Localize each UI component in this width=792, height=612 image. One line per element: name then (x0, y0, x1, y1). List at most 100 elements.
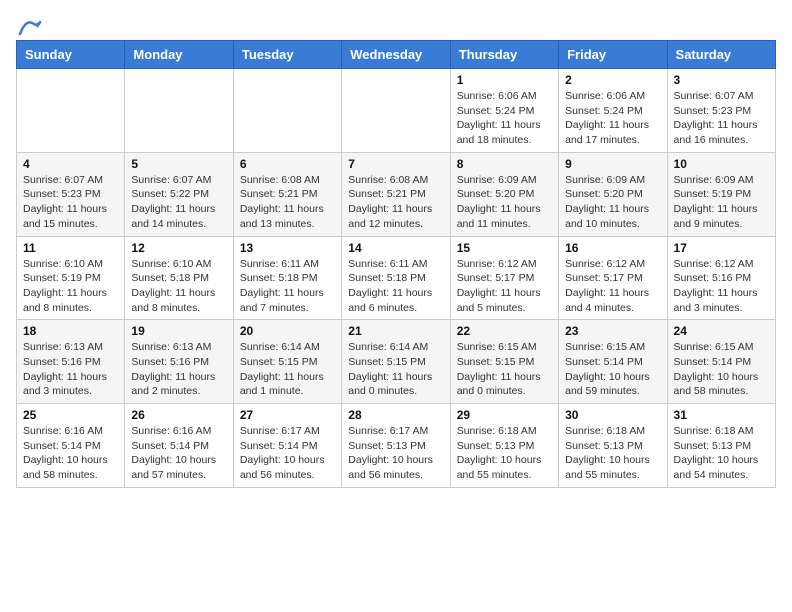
day-info: Sunrise: 6:12 AMSunset: 5:17 PMDaylight:… (457, 257, 552, 316)
weekday-header-wednesday: Wednesday (342, 41, 450, 69)
header-area (16, 16, 776, 32)
day-cell: 12 Sunrise: 6:10 AMSunset: 5:18 PMDayligh… (125, 236, 233, 320)
day-info: Sunrise: 6:18 AMSunset: 5:13 PMDaylight:… (674, 424, 769, 483)
day-info: Sunrise: 6:10 AMSunset: 5:18 PMDaylight:… (131, 257, 226, 316)
day-number: 20 (240, 324, 335, 338)
day-number: 16 (565, 241, 660, 255)
day-number: 17 (674, 241, 769, 255)
day-number: 31 (674, 408, 769, 422)
day-info: Sunrise: 6:16 AMSunset: 5:14 PMDaylight:… (131, 424, 226, 483)
day-cell: 22Sunrise: 6:15 AMSunset: 5:15 PMDayligh… (450, 320, 558, 404)
day-cell: 23 Sunrise: 6:15 AMSunset: 5:14 PMDayligh… (559, 320, 667, 404)
day-cell: 24Sunrise: 6:15 AMSunset: 5:14 PMDayligh… (667, 320, 775, 404)
day-cell: 18 Sunrise: 6:13 AMSunset: 5:16 PMDayligh… (17, 320, 125, 404)
week-row-3: 11 Sunrise: 6:10 AMSunset: 5:19 PMDayligh… (17, 236, 776, 320)
day-number: 6 (240, 157, 335, 171)
day-info: Sunrise: 6:17 AMSunset: 5:14 PMDaylight:… (240, 424, 335, 483)
day-number: 15 (457, 241, 552, 255)
day-number: 1 (457, 73, 552, 87)
weekday-header-thursday: Thursday (450, 41, 558, 69)
weekday-header-friday: Friday (559, 41, 667, 69)
day-info: Sunrise: 6:11 AMSunset: 5:18 PMDaylight:… (240, 257, 335, 316)
day-cell: 31 Sunrise: 6:18 AMSunset: 5:13 PMDayligh… (667, 404, 775, 488)
week-row-4: 18 Sunrise: 6:13 AMSunset: 5:16 PMDayligh… (17, 320, 776, 404)
day-number: 8 (457, 157, 552, 171)
day-cell: 8 Sunrise: 6:09 AMSunset: 5:20 PMDaylight… (450, 152, 558, 236)
day-cell: 15 Sunrise: 6:12 AMSunset: 5:17 PMDayligh… (450, 236, 558, 320)
day-info: Sunrise: 6:09 AMSunset: 5:20 PMDaylight:… (457, 173, 552, 232)
day-number: 19 (131, 324, 226, 338)
day-cell: 30 Sunrise: 6:18 AMSunset: 5:13 PMDayligh… (559, 404, 667, 488)
day-cell: 26 Sunrise: 6:16 AMSunset: 5:14 PMDayligh… (125, 404, 233, 488)
logo (16, 16, 42, 32)
day-info: Sunrise: 6:07 AMSunset: 5:22 PMDaylight:… (131, 173, 226, 232)
day-cell: 10 Sunrise: 6:09 AMSunset: 5:19 PMDayligh… (667, 152, 775, 236)
day-cell: 17Sunrise: 6:12 AMSunset: 5:16 PMDayligh… (667, 236, 775, 320)
weekday-header-saturday: Saturday (667, 41, 775, 69)
day-number: 23 (565, 324, 660, 338)
day-number: 27 (240, 408, 335, 422)
day-number: 13 (240, 241, 335, 255)
day-info: Sunrise: 6:15 AMSunset: 5:14 PMDaylight:… (565, 340, 660, 399)
day-cell: 28 Sunrise: 6:17 AMSunset: 5:13 PMDayligh… (342, 404, 450, 488)
day-info: Sunrise: 6:17 AMSunset: 5:13 PMDaylight:… (348, 424, 443, 483)
day-info: Sunrise: 6:15 AMSunset: 5:15 PMDaylight:… (457, 340, 552, 399)
day-number: 25 (23, 408, 118, 422)
day-cell: 3 Sunrise: 6:07 AMSunset: 5:23 PMDaylight… (667, 69, 775, 153)
day-cell (342, 69, 450, 153)
day-cell (233, 69, 341, 153)
weekday-header-sunday: Sunday (17, 41, 125, 69)
day-info: Sunrise: 6:07 AMSunset: 5:23 PMDaylight:… (23, 173, 118, 232)
day-cell: 19 Sunrise: 6:13 AMSunset: 5:16 PMDayligh… (125, 320, 233, 404)
day-info: Sunrise: 6:13 AMSunset: 5:16 PMDaylight:… (131, 340, 226, 399)
day-number: 3 (674, 73, 769, 87)
day-number: 11 (23, 241, 118, 255)
day-cell: 6 Sunrise: 6:08 AMSunset: 5:21 PMDaylight… (233, 152, 341, 236)
day-cell: 9 Sunrise: 6:09 AMSunset: 5:20 PMDaylight… (559, 152, 667, 236)
day-number: 26 (131, 408, 226, 422)
day-cell (125, 69, 233, 153)
day-cell: 4 Sunrise: 6:07 AMSunset: 5:23 PMDaylight… (17, 152, 125, 236)
weekday-header-row: SundayMondayTuesdayWednesdayThursdayFrid… (17, 41, 776, 69)
week-row-1: 1 Sunrise: 6:06 AMSunset: 5:24 PMDaylight… (17, 69, 776, 153)
day-cell: 27 Sunrise: 6:17 AMSunset: 5:14 PMDayligh… (233, 404, 341, 488)
day-number: 12 (131, 241, 226, 255)
calendar: SundayMondayTuesdayWednesdayThursdayFrid… (16, 40, 776, 488)
day-number: 18 (23, 324, 118, 338)
day-info: Sunrise: 6:18 AMSunset: 5:13 PMDaylight:… (565, 424, 660, 483)
day-cell: 2 Sunrise: 6:06 AMSunset: 5:24 PMDaylight… (559, 69, 667, 153)
day-info: Sunrise: 6:11 AMSunset: 5:18 PMDaylight:… (348, 257, 443, 316)
day-info: Sunrise: 6:09 AMSunset: 5:19 PMDaylight:… (674, 173, 769, 232)
day-number: 2 (565, 73, 660, 87)
day-number: 10 (674, 157, 769, 171)
day-cell: 5Sunrise: 6:07 AMSunset: 5:22 PMDaylight… (125, 152, 233, 236)
day-cell: 11 Sunrise: 6:10 AMSunset: 5:19 PMDayligh… (17, 236, 125, 320)
day-info: Sunrise: 6:08 AMSunset: 5:21 PMDaylight:… (240, 173, 335, 232)
day-info: Sunrise: 6:14 AMSunset: 5:15 PMDaylight:… (240, 340, 335, 399)
day-cell: 7Sunrise: 6:08 AMSunset: 5:21 PMDaylight… (342, 152, 450, 236)
day-cell: 1Sunrise: 6:06 AMSunset: 5:24 PMDaylight… (450, 69, 558, 153)
day-info: Sunrise: 6:10 AMSunset: 5:19 PMDaylight:… (23, 257, 118, 316)
day-info: Sunrise: 6:09 AMSunset: 5:20 PMDaylight:… (565, 173, 660, 232)
day-number: 29 (457, 408, 552, 422)
day-number: 9 (565, 157, 660, 171)
day-number: 4 (23, 157, 118, 171)
day-number: 7 (348, 157, 443, 171)
weekday-header-monday: Monday (125, 41, 233, 69)
day-info: Sunrise: 6:06 AMSunset: 5:24 PMDaylight:… (565, 89, 660, 148)
week-row-5: 25 Sunrise: 6:16 AMSunset: 5:14 PMDayligh… (17, 404, 776, 488)
day-info: Sunrise: 6:12 AMSunset: 5:17 PMDaylight:… (565, 257, 660, 316)
week-row-2: 4 Sunrise: 6:07 AMSunset: 5:23 PMDaylight… (17, 152, 776, 236)
day-number: 30 (565, 408, 660, 422)
day-cell: 21Sunrise: 6:14 AMSunset: 5:15 PMDayligh… (342, 320, 450, 404)
day-info: Sunrise: 6:13 AMSunset: 5:16 PMDaylight:… (23, 340, 118, 399)
day-cell (17, 69, 125, 153)
day-number: 28 (348, 408, 443, 422)
day-cell: 14Sunrise: 6:11 AMSunset: 5:18 PMDayligh… (342, 236, 450, 320)
day-cell: 25Sunrise: 6:16 AMSunset: 5:14 PMDayligh… (17, 404, 125, 488)
day-info: Sunrise: 6:18 AMSunset: 5:13 PMDaylight:… (457, 424, 552, 483)
day-number: 21 (348, 324, 443, 338)
day-cell: 13 Sunrise: 6:11 AMSunset: 5:18 PMDayligh… (233, 236, 341, 320)
day-info: Sunrise: 6:07 AMSunset: 5:23 PMDaylight:… (674, 89, 769, 148)
day-cell: 29 Sunrise: 6:18 AMSunset: 5:13 PMDayligh… (450, 404, 558, 488)
